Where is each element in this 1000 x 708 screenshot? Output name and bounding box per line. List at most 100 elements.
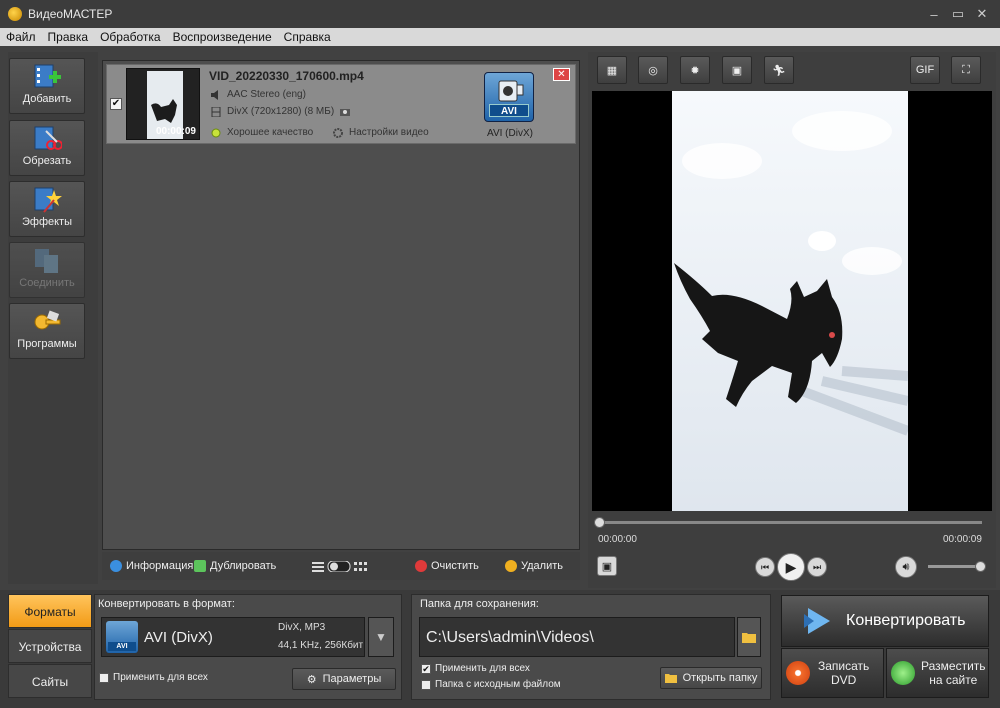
app-window: ВидеоМАСТЕР – ▭ ✕ Файл Правка Обработка …: [0, 0, 1000, 708]
scissors-icon: [32, 125, 63, 153]
snapshot-button[interactable]: ▣: [597, 556, 617, 576]
speed-button[interactable]: 🏃︎: [764, 56, 794, 84]
trim-button[interactable]: Обрезать: [9, 120, 85, 176]
convert-button[interactable]: Конвертировать: [781, 595, 989, 647]
duplicate-button[interactable]: Дублировать: [194, 560, 276, 572]
output-path-field[interactable]: C:\Users\admin\Videos\: [419, 617, 735, 657]
join-icon: [32, 247, 62, 275]
clear-button[interactable]: Очистить: [415, 560, 479, 572]
programs-button[interactable]: Программы: [9, 303, 85, 359]
menu-edit[interactable]: Правка: [42, 30, 95, 44]
gif-button[interactable]: GIF: [910, 56, 940, 84]
seek-bar[interactable]: [594, 517, 982, 528]
format-dropdown-button[interactable]: ▼: [368, 617, 394, 657]
fullscreen-button[interactable]: ⛶: [951, 56, 981, 84]
info-button[interactable]: Информация: [110, 560, 193, 572]
tab-formats[interactable]: Форматы: [8, 594, 92, 628]
gear-settings-icon: ⚙: [306, 673, 317, 686]
image-icon: ▣: [601, 560, 613, 573]
delete-icon: [505, 560, 517, 572]
delete-button[interactable]: Удалить: [505, 560, 563, 572]
add-film-icon: [32, 63, 62, 91]
next-button[interactable]: ⏭: [807, 557, 827, 577]
enhance-icon: ▣: [731, 64, 743, 77]
clear-label: Очистить: [431, 560, 479, 572]
view-toggle[interactable]: [312, 561, 368, 572]
format-avi-badge: AVI: [108, 642, 136, 651]
add-button[interactable]: Добавить: [9, 58, 85, 114]
output-apply-all-checkbox[interactable]: ✔: [421, 664, 431, 674]
menu-playback[interactable]: Воспроизведение: [167, 30, 278, 44]
output-apply-all-label: Применить для всех: [435, 663, 530, 674]
file-checkbox[interactable]: ✔: [110, 98, 122, 110]
title-bar: ВидеоМАСТЕР – ▭ ✕: [0, 0, 1000, 28]
video-frame: [672, 91, 908, 511]
web-label-2: на сайте: [929, 673, 978, 687]
play-button[interactable]: ▶: [777, 553, 805, 581]
dvd-label-2: DVD: [830, 673, 857, 687]
next-icon: ⏭: [812, 561, 822, 572]
volume-button[interactable]: 🔊︎: [895, 556, 917, 578]
window-title: ВидеоМАСТЕР: [28, 7, 113, 21]
gear-icon: [333, 127, 343, 138]
file-thumbnail[interactable]: 00:00:09: [126, 68, 200, 140]
format-icon[interactable]: AVI: [484, 72, 534, 122]
format-avi-icon: AVI: [106, 621, 138, 653]
duplicate-label: Дублировать: [210, 560, 277, 572]
crop-icon: ▦: [606, 64, 618, 77]
programs-icon: [32, 308, 62, 336]
join-button[interactable]: Соединить: [9, 242, 85, 298]
minimize-button[interactable]: –: [922, 4, 946, 24]
format-apply-all-checkbox[interactable]: [99, 673, 109, 683]
video-info: DivX (720x1280) (8 МБ): [211, 106, 351, 117]
menu-help[interactable]: Справка: [278, 30, 337, 44]
output-caption: Папка для сохранения:: [420, 598, 539, 610]
seek-knob[interactable]: [594, 517, 605, 528]
quality-link[interactable]: Хорошее качество: [211, 127, 313, 138]
window-controls: – ▭ ✕: [922, 4, 994, 24]
format-codec: DivX, MP3: [278, 622, 326, 633]
params-button[interactable]: ⚙ Параметры: [292, 668, 396, 690]
remove-file-button[interactable]: ✕: [553, 68, 570, 81]
open-folder-button[interactable]: Открыть папку: [660, 667, 762, 689]
format-selector[interactable]: AVI AVI (DivX) DivX, MP3 44,1 KHz, 256Кб…: [101, 617, 365, 657]
format-details: 44,1 KHz, 256Кбит: [278, 640, 364, 651]
previous-icon: ⏮: [760, 561, 770, 572]
menu-bar: Файл Правка Обработка Воспроизведение Сп…: [0, 28, 1000, 46]
format-badge: AVI: [489, 104, 529, 117]
crop-button[interactable]: ▦: [597, 56, 627, 84]
tab-sites[interactable]: Сайты: [8, 664, 92, 698]
maximize-button[interactable]: ▭: [946, 4, 970, 24]
source-folder-label: Папка с исходным файлом: [435, 679, 561, 690]
tab-devices[interactable]: Устройства: [8, 629, 92, 663]
file-toolbar: Информация Дублировать Очистить Удалить: [102, 552, 580, 580]
prev-button[interactable]: ⏮: [755, 557, 775, 577]
video-settings-link[interactable]: Настройки видео: [333, 127, 429, 138]
open-folder-icon: [664, 674, 677, 683]
gif-label: GIF: [915, 64, 935, 76]
trim-label: Обрезать: [22, 155, 72, 167]
audio-text: AAC Stereo (eng): [227, 89, 306, 100]
rotate-button[interactable]: ◎: [638, 56, 668, 84]
menu-processing[interactable]: Обработка: [94, 30, 167, 44]
burn-dvd-button[interactable]: Записать DVD: [781, 648, 884, 698]
dog-in-snow-image: [672, 91, 908, 511]
enhance-button[interactable]: ▣: [722, 56, 752, 84]
effects-button[interactable]: Эффекты: [9, 181, 85, 237]
close-window-button[interactable]: ✕: [970, 4, 994, 24]
video-settings-icon[interactable]: [340, 107, 351, 117]
format-caption-label: Конвертировать в формат:: [98, 598, 235, 610]
speaker-icon: [211, 89, 221, 100]
convert-icon: [804, 608, 830, 634]
source-folder-checkbox[interactable]: [421, 680, 431, 690]
film-icon: [211, 106, 221, 117]
menu-file[interactable]: Файл: [0, 30, 42, 44]
publish-web-button[interactable]: Разместить на сайте: [886, 648, 989, 698]
browse-folder-button[interactable]: [737, 617, 761, 657]
globe-upload-icon: [891, 661, 915, 685]
volume-slider[interactable]: [928, 561, 987, 572]
brightness-button[interactable]: ✹: [680, 56, 710, 84]
speaker-volume-icon: 🔊︎: [902, 560, 910, 573]
folder-icon: [742, 633, 756, 643]
effects-label: Эффекты: [21, 216, 72, 228]
